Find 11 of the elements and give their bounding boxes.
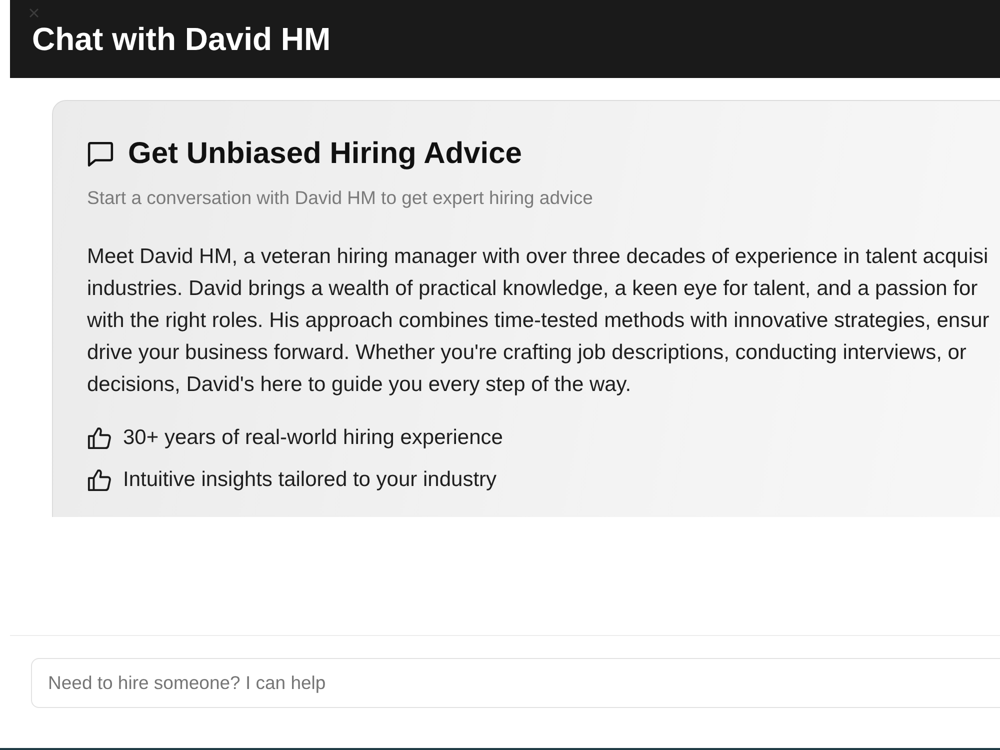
message-input[interactable]: Need to hire someone? I can help [31, 658, 1000, 708]
thumbs-up-icon [87, 468, 112, 492]
close-icon[interactable] [29, 8, 39, 18]
chat-bubble-icon [87, 141, 114, 167]
card-subtitle: Start a conversation with David HM to get expert hiring advice [87, 187, 594, 209]
card-title: Get Unbiased Hiring Advice [128, 137, 522, 171]
highlight-text: Intuitive insights tailored to your industry [123, 467, 497, 493]
highlight-text: 30+ years of real-world hiring experience [123, 425, 503, 451]
intro-paragraph: Meet David HM, a veteran hiring manager with over three decades of experience in talent acquisi industries. David brings a wealth of practical knowledge, a keen eye for talent, and a passion for with the right roles. His approach combines time-tested methods with innovative strategies, ensur drive your business forward. Whether you're crafting job descriptions, conducting interviews, or decisions, David's here to guide you every step of the way. [87, 244, 990, 398]
chat-title: Chat with David HM [32, 20, 331, 58]
thumbs-up-icon [87, 426, 112, 450]
